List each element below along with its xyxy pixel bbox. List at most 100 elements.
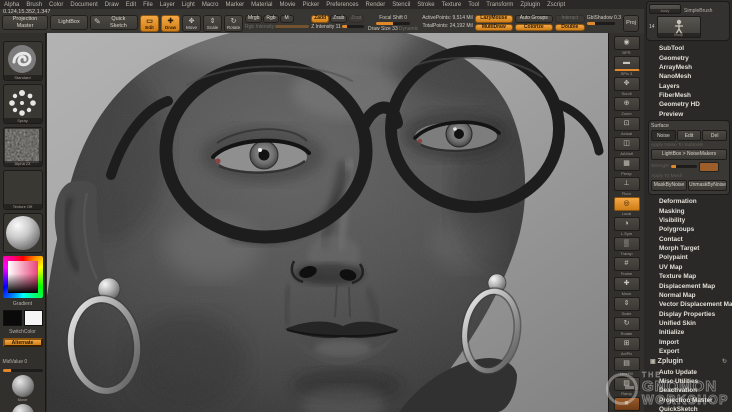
menu-item[interactable]: Stencil xyxy=(392,2,410,8)
tray-section[interactable]: Geometry xyxy=(646,53,730,62)
shelf-tool-button[interactable]: ▬ SPix 3 xyxy=(613,56,641,76)
interact-button[interactable]: Interact xyxy=(554,15,585,23)
tray-section[interactable]: Deformation xyxy=(646,197,730,206)
menu-item[interactable]: Movie xyxy=(280,2,296,8)
shelf-tool-button[interactable]: ▤ LineFill xyxy=(613,357,641,376)
noise-button[interactable]: Noise xyxy=(651,130,676,141)
zplugin-item[interactable]: Projection Master xyxy=(646,396,730,405)
menu-item[interactable]: Draw xyxy=(105,2,119,8)
shelf-tool-button[interactable]: ▨ Ramp xyxy=(613,377,641,396)
shelf-tool-button[interactable]: ✚ Move xyxy=(613,277,641,296)
alpha-preview[interactable]: Alpha 23 xyxy=(2,127,43,167)
quick-brush-item[interactable]: Dam_Standard xyxy=(9,403,36,412)
tray-section[interactable]: SubTool xyxy=(646,44,730,53)
tray-section[interactable]: Contact xyxy=(646,235,730,244)
double-button[interactable]: Double xyxy=(554,23,585,31)
auto-groups-button[interactable]: Auto Groups xyxy=(514,15,553,23)
shelf-tool-button[interactable]: ▒ Transp xyxy=(613,237,641,256)
tool-thumbnail-body[interactable]: body xyxy=(656,16,701,38)
shelf-tool-button[interactable]: ⇕ Scale xyxy=(613,297,641,316)
lightbox-button[interactable]: LightBox xyxy=(50,15,88,30)
strength-slider[interactable] xyxy=(671,165,698,168)
tray-section[interactable]: UV Map xyxy=(646,263,730,272)
multidraw-button[interactable]: MultiDraw xyxy=(474,23,513,31)
menu-item[interactable]: Light xyxy=(182,2,195,8)
menu-item[interactable]: Edit xyxy=(126,2,136,8)
proj-button[interactable]: Proj xyxy=(622,15,639,32)
zsub-button[interactable]: Zsub xyxy=(330,15,348,23)
midvalue-slider[interactable] xyxy=(2,369,43,372)
noise-del-button[interactable]: Del xyxy=(702,130,728,141)
mask-by-noise-button[interactable]: MaskByNoise xyxy=(651,179,688,191)
zcut-button[interactable]: Zcut xyxy=(348,15,364,23)
rotate-button[interactable]: ↻ Rotate xyxy=(224,15,243,32)
menu-item[interactable]: Marker xyxy=(225,2,244,8)
unmask-by-noise-button[interactable]: UnmaskByNoise xyxy=(688,179,727,191)
z-intensity-slider[interactable] xyxy=(341,25,364,28)
tray-section[interactable]: Visibility xyxy=(646,216,730,225)
menu-item[interactable]: Render xyxy=(366,2,386,8)
shelf-tool-button[interactable]: ◎ Local xyxy=(613,197,641,216)
shelf-tool-button[interactable]: ⊡ Actual xyxy=(613,117,641,136)
menu-item[interactable]: Stroke xyxy=(417,2,434,8)
projection-master-button[interactable]: Projection Master xyxy=(2,15,48,30)
tray-section[interactable]: Geometry HD xyxy=(646,100,730,109)
menu-item[interactable]: File xyxy=(143,2,153,8)
sculpt-viewport[interactable] xyxy=(47,33,608,412)
rgb-intensity-slider[interactable] xyxy=(275,25,310,28)
focal-shift-slider[interactable] xyxy=(376,22,411,25)
shelf-tool-button[interactable]: ◑ L.Sym xyxy=(613,217,641,236)
brush-preview[interactable]: Standard xyxy=(2,41,43,81)
menu-item[interactable]: Document xyxy=(70,2,97,8)
shelf-tool-button[interactable]: ⊥ Floor xyxy=(613,177,641,196)
main-color-swatch[interactable] xyxy=(2,310,22,326)
menu-item[interactable]: Zscript xyxy=(547,2,565,8)
texture-preview[interactable]: Texture Off xyxy=(2,170,43,210)
noise-edit-button[interactable]: Edit xyxy=(676,130,702,141)
tray-section[interactable]: FiberMesh xyxy=(646,91,730,100)
tray-section[interactable]: Displacement Map xyxy=(646,281,730,290)
mrgb-button[interactable]: Mrgb xyxy=(245,15,263,23)
tray-section[interactable]: Polygroups xyxy=(646,225,730,234)
tray-section[interactable]: Vector Displacement Map xyxy=(646,300,732,309)
zplugin-item[interactable]: Deactivation xyxy=(646,386,730,395)
menu-item[interactable]: Texture xyxy=(442,2,462,8)
menu-item[interactable]: Layer xyxy=(160,2,175,8)
menu-item[interactable]: Transform xyxy=(486,2,513,8)
menu-item[interactable]: Tool xyxy=(468,2,479,8)
quick-brush-item[interactable]: Move xyxy=(11,374,34,402)
alternate-button[interactable]: Alternate xyxy=(2,338,43,347)
tray-section[interactable]: Export xyxy=(646,347,730,356)
stroke-preview[interactable]: Spray xyxy=(2,84,43,124)
tray-section[interactable]: ArrayMesh xyxy=(646,63,730,72)
tray-section[interactable]: Initialize xyxy=(646,328,730,337)
shelf-tool-button[interactable]: # Frame xyxy=(613,257,641,276)
tray-section[interactable]: Polypaint xyxy=(646,253,730,262)
shelf-tool-button[interactable]: ▦ Persp xyxy=(613,157,641,176)
shelf-tool-button[interactable]: ⊕ Zoom xyxy=(613,97,641,116)
menu-item[interactable]: Zplugin xyxy=(520,2,540,8)
m-button[interactable]: M xyxy=(279,15,294,23)
tray-section[interactable]: Masking xyxy=(646,206,730,215)
shelf-tool-button[interactable]: ◉ BPR xyxy=(613,36,641,55)
move-button[interactable]: ✥ Move xyxy=(182,15,201,32)
material-preview[interactable] xyxy=(2,213,43,253)
shelf-tool-button[interactable]: ⊞ ActPix xyxy=(613,337,641,356)
menu-item[interactable]: Alpha xyxy=(4,2,19,8)
tray-section[interactable]: Morph Target xyxy=(646,244,730,253)
secondary-color-swatch[interactable] xyxy=(23,310,43,326)
shelf-tool-button[interactable]: ■ Solo xyxy=(613,397,641,412)
shelf-tool-button[interactable]: ↻ Rotate xyxy=(613,317,641,336)
lightbox-noisemakers-button[interactable]: LightBox > NoiseMakers xyxy=(651,148,727,160)
zplugin-item[interactable]: Auto Update xyxy=(646,367,730,376)
zplugin-item[interactable]: Misc Utilities xyxy=(646,377,730,386)
tray-section[interactable]: Preview xyxy=(646,110,730,119)
draw-button[interactable]: ✚ Draw xyxy=(161,15,180,32)
tray-section[interactable]: NanoMesh xyxy=(646,72,730,81)
noise-color-swatch[interactable] xyxy=(699,161,720,172)
menu-item[interactable]: Brush xyxy=(26,2,42,8)
tray-section[interactable]: Normal Map xyxy=(646,291,730,300)
menu-item[interactable]: Color xyxy=(49,2,63,8)
tool-thumbnail[interactable]: body xyxy=(649,4,681,14)
color-picker[interactable] xyxy=(2,256,43,298)
